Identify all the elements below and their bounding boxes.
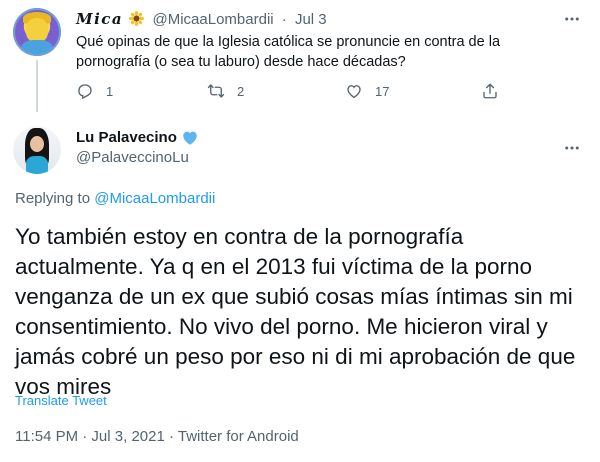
reply-count: 1 <box>106 83 114 99</box>
author-handle[interactable]: @MicaaLombardii <box>153 11 274 28</box>
replying-mention-link[interactable]: @MicaaLombardii <box>94 190 215 207</box>
reply-button[interactable]: 1 <box>76 82 113 100</box>
translate-tweet-link[interactable]: Translate Tweet <box>15 393 107 409</box>
replying-to: Replying to @MicaaLombardii <box>15 189 215 209</box>
author-name[interactable]: Mica <box>76 10 123 28</box>
thread-connector <box>36 60 38 112</box>
like-count: 17 <box>375 83 390 99</box>
like-button[interactable]: 17 <box>345 82 389 100</box>
retweet-icon <box>207 84 225 98</box>
tweet-timestamp[interactable]: 11:54 PM · Jul 3, 2021 · Twitter for And… <box>15 427 299 447</box>
avatar[interactable] <box>13 8 61 56</box>
author-name[interactable]: Lu Palavecino <box>76 128 177 148</box>
share-button[interactable] <box>481 82 499 100</box>
sunflower-icon <box>129 11 145 26</box>
parent-tweet-header: Mica @MicaaLombardii · Jul 3 <box>76 9 327 30</box>
tweet-actions: 1 2 17 <box>76 82 516 102</box>
reply-icon <box>78 84 92 100</box>
more-icon[interactable] <box>563 10 581 28</box>
avatar[interactable] <box>13 126 61 174</box>
more-icon[interactable] <box>563 139 581 157</box>
replying-prefix: Replying to <box>15 190 91 207</box>
tweet-text: Yo también estoy en contra de la pornogr… <box>15 224 576 399</box>
retweet-button[interactable]: 2 <box>207 82 244 100</box>
avatar-outfit <box>26 156 48 174</box>
separator: · <box>281 11 287 28</box>
tweet-date[interactable]: Jul 3 <box>295 11 327 28</box>
parent-tweet-text: Qué opinas de que la Iglesia católica se… <box>76 34 501 70</box>
parent-tweet[interactable]: Mica @MicaaLombardii · Jul 3 Qué opinas … <box>0 0 600 112</box>
avatar-border <box>13 8 61 56</box>
like-icon <box>347 85 361 99</box>
author-handle[interactable]: @PalaveccinoLu <box>76 148 189 168</box>
avatar-face <box>30 136 44 152</box>
blue-heart-icon <box>183 131 197 145</box>
share-icon <box>483 83 497 99</box>
retweet-count: 2 <box>237 83 245 99</box>
author-name-row: Lu Palavecino <box>76 128 199 148</box>
